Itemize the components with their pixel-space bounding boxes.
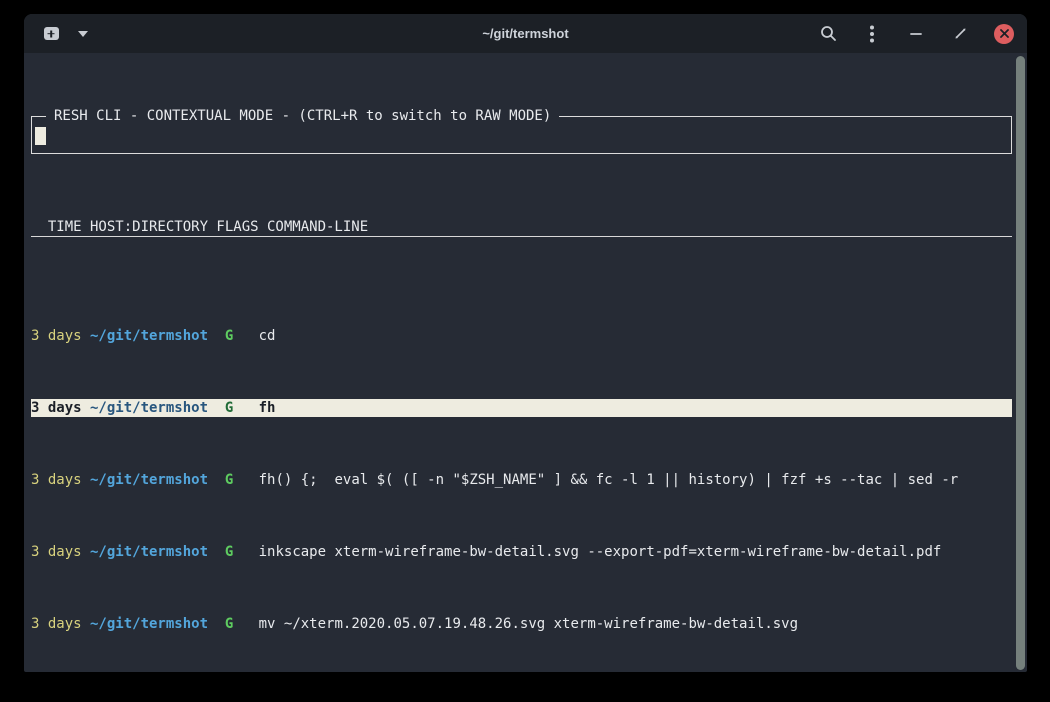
row-command: inkscape xterm-wireframe-bw-detail.svg -… [233,544,941,560]
close-button[interactable] [993,23,1015,45]
row-flags: G [208,616,233,632]
row-flags: G [208,472,233,488]
row-time: 3 days [31,472,82,488]
new-tab-button[interactable] [40,23,62,45]
row-time: 3 days [31,544,82,560]
minimize-icon [910,32,922,36]
history-row[interactable]: 3 days ~/git/termshot G fh [31,399,1012,417]
row-directory: ~/git/termshot [82,328,208,344]
row-command: fh [233,400,275,416]
row-time: 3 days [31,400,82,416]
row-time: 3 days [31,616,82,632]
history-row[interactable]: 3 days ~/git/termshot G inkscape xterm-w… [31,543,1012,561]
row-directory: ~/git/termshot [82,400,208,416]
kebab-menu-icon [870,25,874,43]
scrollbar-thumb[interactable] [1016,56,1025,670]
row-directory: ~/git/termshot [82,616,208,632]
restore-button[interactable] [949,23,971,45]
search-icon [820,25,837,42]
search-button[interactable] [817,23,839,45]
row-flags: G [208,328,233,344]
search-input[interactable]: RESH CLI - CONTEXTUAL MODE - (CTRL+R to … [31,116,1012,154]
new-tab-icon [44,27,59,40]
scrollbar-track [1015,56,1026,670]
history-row[interactable]: 3 days ~/git/termshot G fh() {; eval $( … [31,471,1012,489]
terminal-content: RESH CLI - CONTEXTUAL MODE - (CTRL+R to … [24,53,1027,672]
restore-icon [954,27,967,40]
menu-button[interactable] [861,23,883,45]
tab-chooser-button[interactable] [72,23,94,45]
chevron-down-icon [78,31,88,37]
history-row[interactable]: 3 days ~/git/termshot G mv ~/xterm.2020.… [31,615,1012,633]
row-command: mv ~/xterm.2020.05.07.19.48.26.svg xterm… [233,616,798,632]
terminal-window: ~/git/termshot [24,14,1027,672]
row-time: 3 days [31,328,82,344]
close-icon [994,24,1014,44]
row-directory: ~/git/termshot [82,544,208,560]
row-flags: G [208,544,233,560]
row-directory: ~/git/termshot [82,472,208,488]
row-command: cd [233,328,275,344]
row-flags: G [208,400,233,416]
minimize-button[interactable] [905,23,927,45]
titlebar: ~/git/termshot [24,14,1027,53]
resh-mode-title: RESH CLI - CONTEXTUAL MODE - (CTRL+R to … [46,107,559,125]
history-row[interactable]: 3 days ~/git/termshot G cd [31,327,1012,345]
history-list: 3 days ~/git/termshot G cd 3 days ~/git/… [31,291,1012,672]
text-cursor [35,127,46,145]
row-command: fh() {; eval $( ([ -n "$ZSH_NAME" ] && f… [233,472,958,488]
history-table-header: TIME HOST:DIRECTORY FLAGS COMMAND-LINE [31,218,1012,237]
